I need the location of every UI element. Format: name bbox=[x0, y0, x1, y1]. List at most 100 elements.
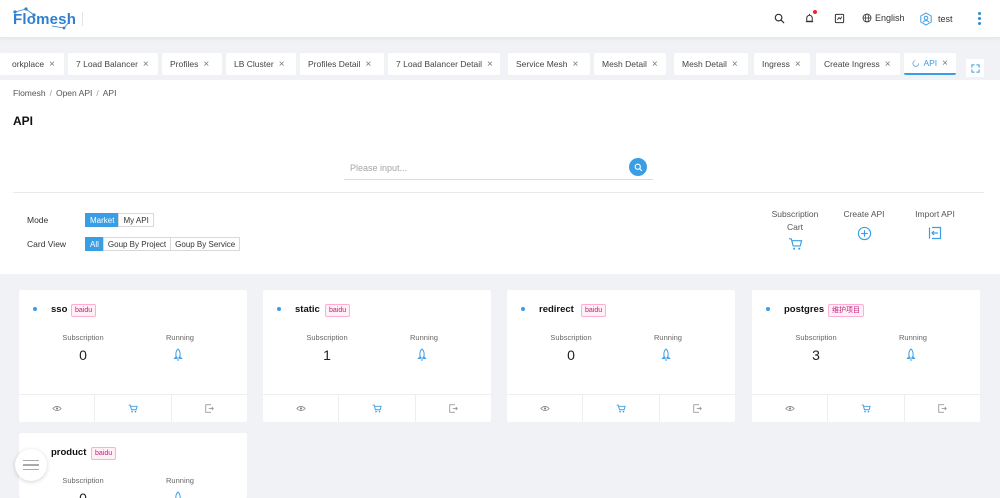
tab-label: 7 Load Balancer Detail bbox=[396, 59, 483, 69]
tab-service-mesh[interactable]: Service Mesh × bbox=[508, 53, 590, 75]
subscription-count: 3 bbox=[812, 347, 820, 363]
cart-icon[interactable] bbox=[95, 395, 172, 422]
view-icon[interactable] bbox=[19, 395, 96, 422]
tab-ingress[interactable]: Ingress × bbox=[754, 53, 810, 75]
subscription-count: 0 bbox=[79, 347, 87, 363]
close-icon[interactable]: × bbox=[885, 59, 891, 70]
api-card[interactable]: product baidu Subscription Running 0 bbox=[19, 433, 247, 498]
search-button[interactable] bbox=[629, 158, 647, 176]
api-card[interactable]: static baidu Subscription Running 1 bbox=[263, 290, 491, 422]
breadcrumb-open-api[interactable]: Open API bbox=[56, 88, 92, 98]
tab-mesh-detail[interactable]: Mesh Detail × bbox=[594, 53, 666, 75]
section-divider bbox=[13, 192, 984, 193]
tab-workplace[interactable]: orkplace × bbox=[0, 53, 64, 75]
close-icon[interactable]: × bbox=[732, 59, 738, 70]
tab-label: LB Cluster bbox=[234, 59, 274, 69]
user-menu[interactable]: test bbox=[919, 12, 953, 26]
card-footer bbox=[507, 394, 735, 422]
cart-icon bbox=[764, 237, 826, 251]
dashboard-icon[interactable] bbox=[832, 11, 846, 25]
import-api-button[interactable]: Import API bbox=[910, 208, 960, 240]
project-tag: 维护项目 bbox=[828, 304, 864, 317]
card-view-all-button[interactable]: All bbox=[85, 237, 104, 251]
globe-icon bbox=[862, 13, 872, 23]
export-icon[interactable] bbox=[416, 395, 491, 422]
close-icon[interactable]: × bbox=[795, 59, 801, 70]
header-divider bbox=[82, 12, 83, 26]
import-api-label: Import API bbox=[915, 209, 955, 219]
close-icon[interactable]: × bbox=[487, 59, 493, 70]
subscription-count: 0 bbox=[79, 490, 87, 498]
mode-selector: Market My API bbox=[85, 213, 154, 227]
tab-lb-cluster[interactable]: LB Cluster × bbox=[226, 53, 296, 75]
tab-label: Profiles bbox=[170, 59, 199, 69]
close-icon[interactable]: × bbox=[652, 59, 658, 70]
card-view-group-project-button[interactable]: Goup By Project bbox=[102, 237, 172, 251]
breadcrumb-flomesh[interactable]: Flomesh bbox=[13, 88, 46, 98]
create-api-button[interactable]: Create API bbox=[838, 208, 890, 241]
mode-market-button[interactable]: Market bbox=[85, 213, 120, 227]
api-card[interactable]: postgres 维护项目 Subscription Running 3 bbox=[752, 290, 980, 422]
add-circle-icon bbox=[838, 226, 890, 241]
view-icon[interactable] bbox=[263, 395, 340, 422]
export-icon[interactable] bbox=[905, 395, 980, 422]
export-icon[interactable] bbox=[660, 395, 735, 422]
tab-l7-load-balancer[interactable]: 7 Load Balancer × bbox=[68, 53, 158, 75]
user-gear-icon bbox=[920, 12, 932, 26]
cart-icon[interactable] bbox=[339, 395, 416, 422]
more-vertical-icon[interactable] bbox=[976, 12, 982, 28]
close-icon[interactable]: × bbox=[942, 58, 948, 69]
subscription-cart-button[interactable]: Subscription Cart bbox=[764, 208, 826, 251]
view-icon[interactable] bbox=[507, 395, 584, 422]
subscription-cart-label-1: Subscription bbox=[771, 209, 819, 219]
import-icon bbox=[910, 226, 960, 240]
running-label: Running bbox=[410, 333, 438, 342]
language-switcher[interactable]: English bbox=[862, 13, 905, 23]
subscription-count: 1 bbox=[323, 347, 331, 363]
close-icon[interactable]: × bbox=[203, 59, 209, 70]
close-icon[interactable]: × bbox=[279, 59, 285, 70]
tab-profiles[interactable]: Profiles × bbox=[162, 53, 222, 75]
fullscreen-icon[interactable] bbox=[966, 59, 984, 77]
search-icon bbox=[634, 163, 642, 171]
card-footer bbox=[19, 394, 247, 422]
mode-label: Mode bbox=[27, 215, 49, 225]
tab-label: Mesh Detail bbox=[682, 59, 727, 69]
tab-l7-load-balancer-detail[interactable]: 7 Load Balancer Detail × bbox=[388, 53, 500, 75]
search-input[interactable] bbox=[344, 158, 614, 178]
subscription-label: Subscription bbox=[306, 333, 348, 342]
flomesh-logo[interactable]: Flomesh bbox=[12, 6, 76, 32]
breadcrumb-api: API bbox=[102, 88, 117, 98]
cart-icon[interactable] bbox=[583, 395, 660, 422]
api-card[interactable]: redirect baidu Subscription Running 0 bbox=[507, 290, 735, 422]
close-icon[interactable]: × bbox=[365, 59, 371, 70]
floating-menu-button[interactable] bbox=[15, 449, 47, 481]
api-card[interactable]: sso baidu Subscription Running 0 bbox=[19, 290, 247, 422]
subscription-cart-label-2: Cart bbox=[786, 222, 804, 232]
api-name: static bbox=[295, 304, 320, 315]
tab-label: Mesh Detail bbox=[602, 59, 647, 69]
view-icon[interactable] bbox=[752, 395, 829, 422]
tab-profiles-detail[interactable]: Profiles Detail × bbox=[300, 53, 384, 75]
tab-create-ingress[interactable]: Create Ingress × bbox=[816, 53, 900, 75]
notification-dot bbox=[813, 10, 817, 14]
rocket-icon bbox=[415, 348, 429, 364]
create-api-label: Create API bbox=[843, 209, 885, 219]
close-icon[interactable]: × bbox=[573, 59, 579, 70]
mode-my-api-button[interactable]: My API bbox=[118, 213, 154, 227]
export-icon[interactable] bbox=[172, 395, 247, 422]
status-dot bbox=[521, 307, 525, 311]
page-title: API bbox=[13, 114, 34, 128]
card-view-label: Card View bbox=[27, 239, 67, 249]
search-icon[interactable] bbox=[772, 11, 786, 25]
tab-api[interactable]: API × bbox=[904, 53, 956, 75]
cart-icon[interactable] bbox=[828, 395, 905, 422]
card-view-group-service-button[interactable]: Goup By Service bbox=[170, 237, 241, 251]
subscription-label: Subscription bbox=[62, 333, 104, 342]
close-icon[interactable]: × bbox=[49, 59, 55, 70]
close-icon[interactable]: × bbox=[143, 59, 149, 70]
username: test bbox=[938, 14, 953, 24]
top-header: Flomesh English test bbox=[0, 0, 1000, 38]
tab-label: 7 Load Balancer bbox=[76, 59, 138, 69]
tab-mesh-detail-2[interactable]: Mesh Detail × bbox=[674, 53, 748, 75]
